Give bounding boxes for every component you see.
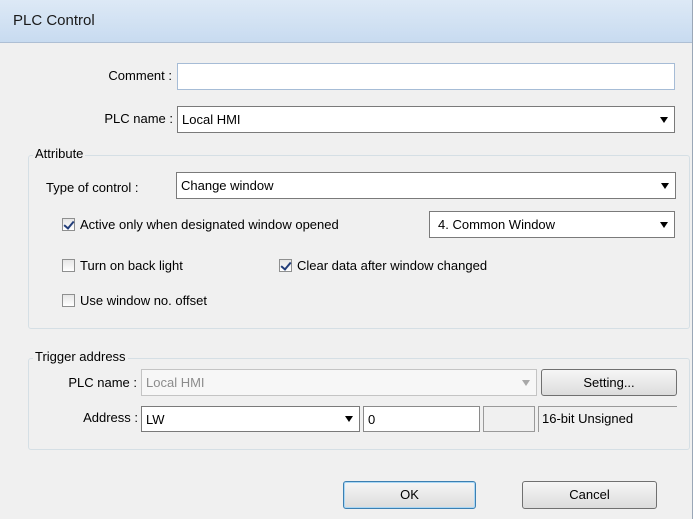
address-device-value: LW — [146, 412, 165, 427]
trigger-plc-name-label: PLC name : — [68, 375, 137, 390]
chevron-down-icon — [522, 379, 530, 386]
chevron-down-icon — [345, 416, 353, 422]
active-only-label: Active only when designated window opene… — [80, 217, 339, 232]
setting-button[interactable]: Setting... — [541, 369, 677, 396]
chevron-down-icon — [660, 221, 668, 228]
comment-input[interactable] — [177, 63, 675, 90]
data-format-display: 16-bit Unsigned — [538, 406, 677, 432]
designated-window-select[interactable]: 4. Common Window — [429, 211, 675, 238]
address-label: Address : — [83, 410, 138, 425]
window-offset-checkbox[interactable] — [62, 294, 75, 307]
setting-button-label: Setting... — [583, 375, 635, 390]
ok-button[interactable]: OK — [343, 481, 476, 509]
data-format-text: 16-bit Unsigned — [542, 411, 634, 426]
type-of-control-value: Change window — [181, 178, 274, 193]
address-value-input[interactable]: 0 — [363, 406, 480, 432]
attribute-group-title: Attribute — [33, 146, 86, 161]
plc-name-label: PLC name : — [104, 111, 173, 126]
address-extra-field — [483, 406, 535, 432]
window-title: PLC Control — [13, 12, 95, 29]
back-light-checkbox[interactable] — [62, 259, 75, 272]
address-device-select[interactable]: LW — [141, 406, 360, 432]
chevron-down-icon — [660, 116, 668, 123]
cancel-button[interactable]: Cancel — [522, 481, 657, 509]
chevron-down-icon — [661, 182, 669, 189]
plc-name-select[interactable]: Local HMI — [177, 106, 675, 133]
plc-control-dialog: PLC Control Comment : PLC name : Local H… — [0, 0, 693, 519]
window-offset-label: Use window no. offset — [80, 293, 207, 308]
checkmark-icon — [63, 218, 75, 230]
ok-button-label: OK — [400, 487, 419, 502]
active-only-checkbox[interactable] — [62, 218, 75, 231]
trigger-plc-name-select[interactable]: Local HMI — [141, 369, 537, 396]
designated-window-value: 4. Common Window — [438, 217, 556, 232]
trigger-address-group-title: Trigger address — [33, 349, 128, 364]
title-bar[interactable]: PLC Control — [0, 0, 692, 43]
cancel-button-label: Cancel — [569, 487, 610, 502]
clear-data-checkbox[interactable] — [279, 259, 292, 272]
type-of-control-label: Type of control : — [46, 180, 139, 195]
checkmark-icon — [280, 259, 292, 271]
address-value-text: 0 — [368, 412, 376, 427]
trigger-plc-name-value: Local HMI — [146, 375, 205, 390]
clear-data-label: Clear data after window changed — [297, 258, 488, 273]
back-light-label: Turn on back light — [80, 258, 183, 273]
plc-name-select-value: Local HMI — [182, 112, 241, 127]
comment-label: Comment : — [108, 68, 172, 83]
type-of-control-select[interactable]: Change window — [176, 172, 676, 199]
